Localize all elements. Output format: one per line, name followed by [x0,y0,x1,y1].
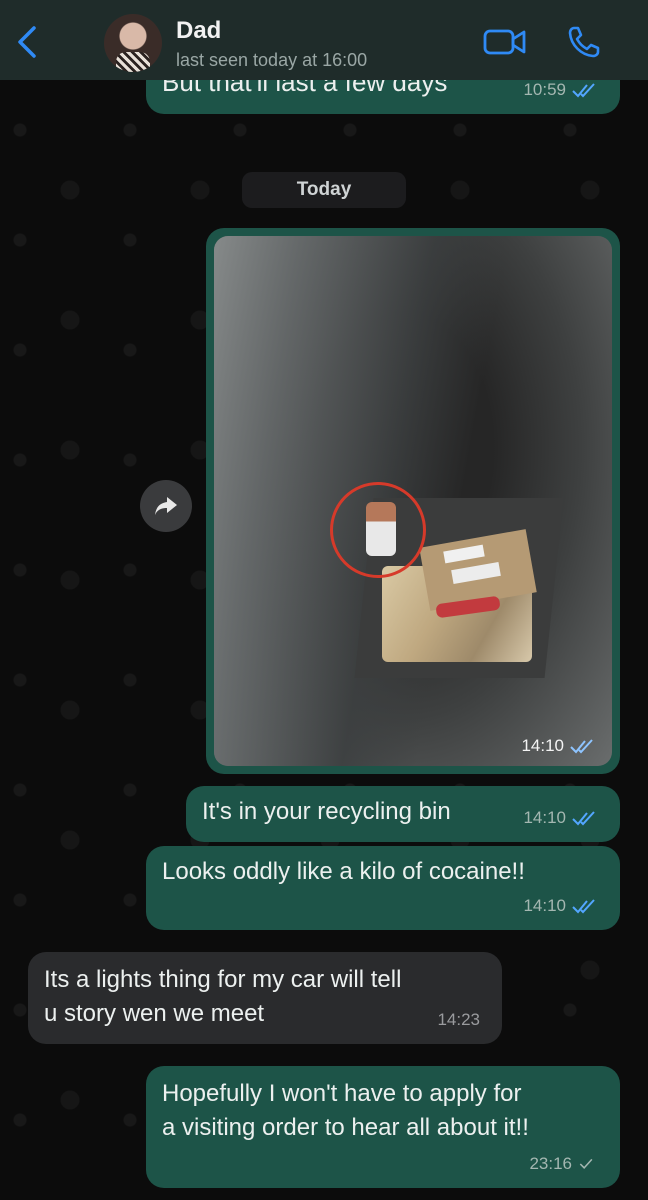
contact-name[interactable]: Dad [176,17,221,45]
message-text-line: a visiting order to hear all about it!! [162,1114,529,1141]
chevron-left-icon[interactable] [12,24,42,60]
double-check-icon [570,739,593,754]
avatar[interactable] [104,14,162,72]
message-meta: 23:16 [529,1148,598,1180]
message-bubble-outgoing[interactable]: Hopefully I won't have to apply for a vi… [146,1066,620,1188]
message-meta: 14:10 [523,890,598,922]
message-time: 14:10 [523,808,566,827]
message-bubble-outgoing[interactable]: It's in your recycling bin 14:10 [186,786,620,842]
date-divider: Today [242,172,406,208]
message-text-line: Its a lights thing for my car will tell [44,966,402,993]
double-check-icon [572,83,595,98]
double-check-icon [572,899,595,914]
message-meta: 14:10 [523,802,598,834]
message-time: 14:23 [437,1010,480,1029]
forward-button[interactable] [140,480,192,532]
message-text: It's in your recycling bin [202,798,451,825]
message-meta: 14:10 [521,736,596,756]
message-time: 14:10 [523,896,566,915]
message-text-line: Hopefully I won't have to apply for [162,1080,522,1107]
video-camera-icon[interactable] [482,26,528,58]
message-meta: 14:23 [437,1004,480,1036]
last-seen-status: last seen today at 16:00 [176,50,368,70]
message-text: Looks oddly like a kilo of cocaine!! [162,858,525,885]
message-text-line: u story wen we meet [44,1000,265,1027]
message-bubble-incoming[interactable]: Its a lights thing for my car will tell … [28,952,502,1044]
message-time: 14:10 [521,736,564,755]
message-bubble-outgoing[interactable]: Looks oddly like a kilo of cocaine!! 14:… [146,846,620,930]
phone-icon[interactable] [566,24,602,60]
chat-header: Dad last seen today at 16:00 [0,0,648,80]
forward-icon [155,497,177,515]
photo-red-circle-annotation [330,482,426,578]
double-check-icon [572,811,595,826]
photo-recycling-bin[interactable]: 14:10 [214,236,612,766]
photo-message[interactable]: 14:10 [206,228,620,774]
single-check-icon [579,1158,593,1169]
message-time: 23:16 [529,1154,572,1173]
